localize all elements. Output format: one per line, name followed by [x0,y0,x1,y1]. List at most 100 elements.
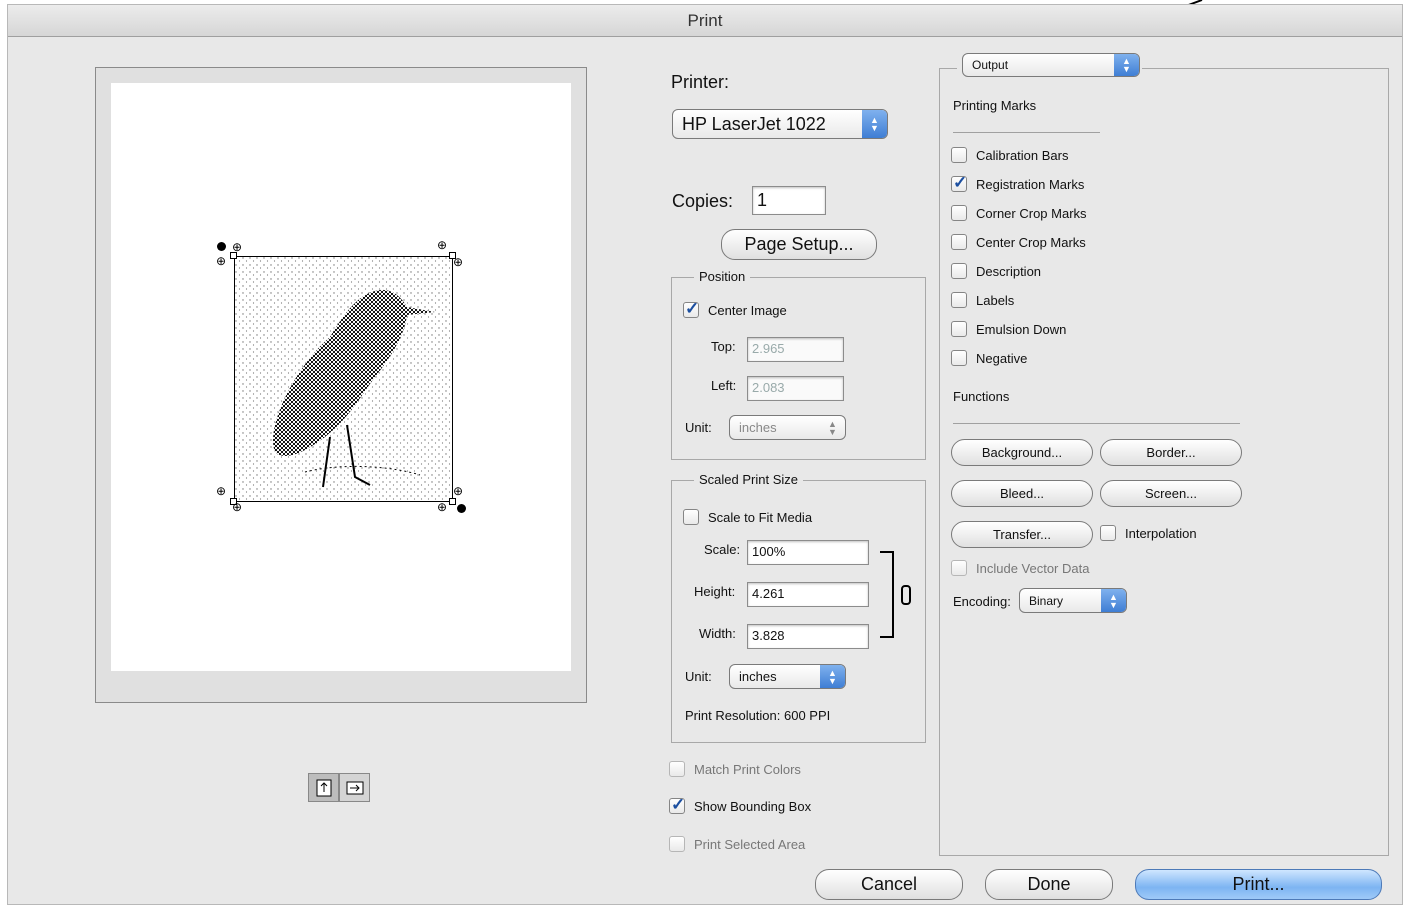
background-button[interactable]: Background... [951,439,1093,466]
checkbox-box [1100,525,1116,541]
width-field[interactable]: 3.828 [747,624,869,649]
registration-dot [217,242,226,251]
checkbox-box [951,205,967,221]
print-button[interactable]: Print... [1135,869,1382,900]
labels-checkbox[interactable]: Labels [951,292,1014,308]
registration-mark-icon: ⊕ [232,240,243,254]
printing-marks-separator [953,132,1100,133]
width-label: Width: [699,626,736,641]
match-print-colors-checkbox[interactable]: Match Print Colors [669,761,801,777]
left-field[interactable]: 2.083 [747,376,844,401]
scaled-print-size-title: Scaled Print Size [694,472,803,487]
print-selected-area-checkbox[interactable]: Print Selected Area [669,836,805,852]
calibration-bars-checkbox[interactable]: Calibration Bars [951,147,1069,163]
resize-handle[interactable] [449,498,456,505]
output-select[interactable]: Output ▲ ▼ [962,53,1140,77]
orientation-buttons [308,773,370,802]
encoding-select[interactable]: Binary ▲ ▼ [1019,588,1127,613]
registration-mark-icon: ⊕ [437,500,448,514]
stepper-arrows-icon: ▲ ▼ [1101,589,1126,612]
top-label: Top: [711,339,736,354]
include-vector-data-checkbox[interactable]: Include Vector Data [951,560,1089,576]
chain-link-icon[interactable] [901,585,911,605]
stepper-arrows-icon: ▲ ▼ [862,110,887,138]
center-image-label: Center Image [708,302,787,318]
include-vector-data-label: Include Vector Data [976,560,1090,576]
registration-mark-icon: ⊕ [216,484,227,498]
border-button[interactable]: Border... [1100,439,1242,466]
print-preview: ⊕ ⊕ ⊕ ⊕ ⊕ ⊕ ⊕ ⊕ [95,67,587,703]
page-setup-button[interactable]: Page Setup... [721,229,877,260]
height-field[interactable]: 4.261 [747,582,869,607]
registration-mark-icon: ⊕ [453,484,464,498]
registration-mark-icon: ⊕ [216,254,227,268]
mark-label: Description [976,263,1042,279]
checkbox-box [669,836,685,852]
scaled-unit-label: Unit: [685,669,712,684]
output-select-value: Output [972,58,1009,72]
screen-button[interactable]: Screen... [1100,480,1242,507]
bleed-button[interactable]: Bleed... [951,480,1093,507]
portrait-icon [316,779,331,796]
description-checkbox[interactable]: Description [951,263,1041,279]
printer-select[interactable]: HP LaserJet 1022 ▲ ▼ [672,109,888,139]
mark-label: Emulsion Down [976,321,1067,337]
mark-label: Corner Crop Marks [976,205,1087,221]
checkbox-box [683,299,699,319]
done-button[interactable]: Done [985,869,1113,900]
match-print-colors-label: Match Print Colors [694,761,801,777]
stepper-arrows-icon: ▲ ▼ [828,418,837,437]
scale-field[interactable]: 100% [747,540,869,565]
checkbox-box [951,234,967,250]
center-image-checkbox[interactable]: Center Image [683,299,787,319]
show-bounding-box-checkbox[interactable]: Show Bounding Box [669,795,812,815]
checkbox-box [951,173,967,193]
checkbox-box [951,350,967,366]
height-label: Height: [694,584,736,599]
position-unit-select[interactable]: inches ▲ ▼ [729,415,846,440]
registration-marks-checkbox[interactable]: Registration Marks [951,173,1085,193]
top-field[interactable]: 2.965 [747,337,844,362]
show-bounding-box-label: Show Bounding Box [694,798,812,814]
scale-label: Scale: [704,542,741,557]
printer-value: HP LaserJet 1022 [682,113,826,134]
cancel-button[interactable]: Cancel [815,869,963,900]
checkbox-box [683,509,699,525]
encoding-value: Binary [1029,593,1064,608]
transfer-button[interactable]: Transfer... [951,521,1093,548]
registration-dot [457,504,466,513]
scaled-unit-value: inches [739,669,777,684]
print-dialog: Print ⊕ ⊕ ⊕ ⊕ ⊕ ⊕ ⊕ ⊕ Printer: HP LaserJ… [7,4,1403,905]
scale-to-fit-checkbox[interactable]: Scale to Fit Media [683,509,812,525]
mark-label: Calibration Bars [976,147,1069,163]
printer-label: Printer: [671,72,730,92]
landscape-icon [346,781,363,794]
corner-crop-marks-checkbox[interactable]: Corner Crop Marks [951,205,1087,221]
negative-checkbox[interactable]: Negative [951,350,1027,366]
interpolation-checkbox[interactable]: Interpolation [1100,525,1197,541]
mark-label: Registration Marks [976,176,1085,192]
portrait-button[interactable] [308,773,339,802]
copies-field[interactable]: 1 [752,186,826,215]
copies-label: Copies: [672,191,734,211]
emulsion-down-checkbox[interactable]: Emulsion Down [951,321,1066,337]
checkbox-box [669,761,685,777]
interpolation-label: Interpolation [1125,525,1197,541]
registration-mark-icon: ⊕ [232,500,243,514]
checkbox-box [669,795,685,815]
registration-mark-icon: ⊕ [437,238,448,252]
bounding-box[interactable] [234,256,453,502]
checkbox-box [951,292,967,308]
checkbox-box [951,147,967,163]
preview-page: ⊕ ⊕ ⊕ ⊕ ⊕ ⊕ ⊕ ⊕ [111,83,571,671]
mark-label: Negative [976,350,1028,366]
position-unit-value: inches [739,420,777,435]
position-unit-label: Unit: [685,420,712,435]
center-crop-marks-checkbox[interactable]: Center Crop Marks [951,234,1086,250]
printing-marks-title: Printing Marks [953,98,1037,113]
encoding-label: Encoding: [953,594,1011,609]
landscape-button[interactable] [339,773,370,802]
checkbox-box [951,560,967,576]
mark-label: Labels [976,292,1015,308]
scaled-unit-select[interactable]: inches ▲ ▼ [729,664,846,689]
